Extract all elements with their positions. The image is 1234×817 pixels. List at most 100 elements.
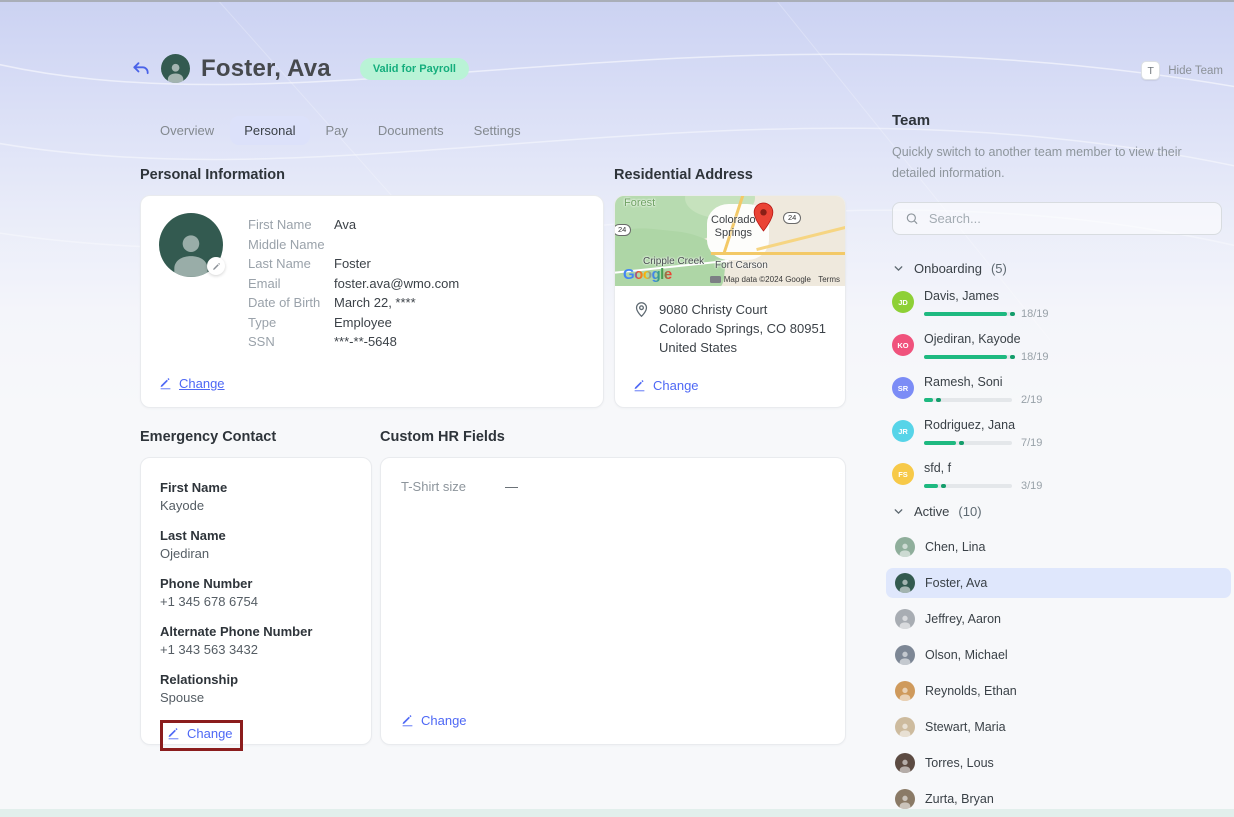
onboarding-progress-bar xyxy=(924,484,1012,488)
field-label: Relationship xyxy=(160,672,352,687)
emergency-contact-card: First Name Kayode Last Name Ojediran Pho… xyxy=(140,457,372,745)
chevron-down-icon xyxy=(892,505,905,518)
map-terms-link[interactable]: Terms xyxy=(818,275,840,284)
progress-count: 2/19 xyxy=(1021,394,1042,406)
profile-header: Foster, Ava Valid for Payroll xyxy=(130,54,469,83)
field-label: T-Shirt size xyxy=(401,479,481,494)
onboarding-progress-bar xyxy=(924,312,1012,316)
member-name: Foster, Ava xyxy=(925,576,987,590)
map-attribution: Map data ©2024 Google xyxy=(710,275,811,284)
google-map[interactable]: Forest Colorado Springs Cripple Creek Fo… xyxy=(615,196,845,286)
member-name: Davis, James xyxy=(924,289,1222,303)
member-photo-avatar xyxy=(895,789,915,809)
member-name: Reynolds, Ethan xyxy=(925,684,1017,698)
pencil-icon xyxy=(212,262,221,271)
back-button[interactable] xyxy=(130,58,152,80)
team-member-row[interactable]: Jeffrey, Aaron xyxy=(886,604,1231,634)
bottom-accent-strip xyxy=(0,809,1234,817)
payroll-status-badge: Valid for Payroll xyxy=(360,58,469,80)
chevron-down-icon xyxy=(892,262,905,275)
tab-personal[interactable]: Personal xyxy=(230,116,309,145)
tab-documents[interactable]: Documents xyxy=(364,116,458,145)
person-silhouette-icon xyxy=(897,721,913,737)
field-value: Ava xyxy=(334,217,459,232)
onboarding-group-header[interactable]: Onboarding (5) xyxy=(892,261,1222,276)
search-input[interactable] xyxy=(929,211,1209,226)
team-member-row[interactable]: Olson, Michael xyxy=(886,640,1231,670)
team-title: Team xyxy=(892,112,1222,129)
field-value: Employee xyxy=(334,315,459,330)
emergency-change-button[interactable]: Change xyxy=(167,726,233,741)
employee-avatar xyxy=(161,54,190,83)
pencil-icon xyxy=(401,714,414,727)
person-silhouette-icon xyxy=(897,577,913,593)
member-photo-avatar xyxy=(895,609,915,629)
tab-overview[interactable]: Overview xyxy=(146,116,228,145)
field-label: Phone Number xyxy=(160,576,352,591)
field-label: Type xyxy=(248,315,334,330)
person-silhouette-icon xyxy=(897,613,913,629)
person-silhouette-icon xyxy=(897,793,913,809)
custom-hr-change-button[interactable]: Change xyxy=(401,713,825,728)
route-badge-24: 24 xyxy=(615,224,631,236)
google-logo: Google xyxy=(623,266,672,283)
active-group-header[interactable]: Active (10) xyxy=(892,504,1222,519)
hide-team-button[interactable]: T Hide Team xyxy=(1141,61,1223,80)
team-member-row[interactable]: Torres, Lous xyxy=(886,748,1231,778)
content-row-2: Emergency Contact First Name Kayode Last… xyxy=(140,429,846,745)
field-label: Alternate Phone Number xyxy=(160,624,352,639)
residential-change-button[interactable]: Change xyxy=(633,378,827,393)
team-member-row[interactable]: Reynolds, Ethan xyxy=(886,676,1231,706)
member-name: sfd, f xyxy=(924,461,1222,475)
person-silhouette-icon xyxy=(897,757,913,773)
team-member-row[interactable]: JD Davis, James 18/19 xyxy=(892,289,1222,320)
personal-info-change-button[interactable]: Change xyxy=(159,376,585,391)
member-name: Stewart, Maria xyxy=(925,720,1006,734)
edit-photo-button[interactable] xyxy=(207,257,225,275)
team-member-row-selected[interactable]: Foster, Ava xyxy=(886,568,1231,598)
field-label: Last Name xyxy=(160,528,352,543)
tab-settings[interactable]: Settings xyxy=(460,116,535,145)
field-value xyxy=(334,237,459,252)
custom-hr-fields-card: T-Shirt size — Change xyxy=(380,457,846,745)
member-photo-avatar xyxy=(895,681,915,701)
progress-count: 3/19 xyxy=(1021,480,1042,492)
member-initials-avatar: SR xyxy=(892,377,914,399)
employee-profile-page: Foster, Ava Valid for Payroll T Hide Tea… xyxy=(0,0,1234,817)
address-line1: 9080 Christy Court xyxy=(659,300,826,319)
pencil-icon xyxy=(159,377,172,390)
person-silhouette-icon xyxy=(897,685,913,701)
pencil-icon xyxy=(167,727,180,740)
member-name: Jeffrey, Aaron xyxy=(925,612,1001,626)
change-label: Change xyxy=(179,376,225,391)
field-label: Email xyxy=(248,276,334,291)
change-label: Change xyxy=(653,378,699,393)
team-member-row[interactable]: FS sfd, f 3/19 xyxy=(892,461,1222,492)
personal-info-fields: First Name Ava Middle Name Last Name Fos… xyxy=(248,213,459,349)
change-label: Change xyxy=(187,726,233,741)
team-search xyxy=(892,202,1222,235)
field-label: First Name xyxy=(160,480,352,495)
tab-pay[interactable]: Pay xyxy=(312,116,362,145)
map-label-fort-carson: Fort Carson xyxy=(715,260,768,271)
field-value: Foster xyxy=(334,256,459,271)
team-member-row[interactable]: SR Ramesh, Soni 2/19 xyxy=(892,375,1222,406)
member-photo-avatar xyxy=(895,753,915,773)
team-member-row[interactable]: Stewart, Maria xyxy=(886,712,1231,742)
person-silhouette-icon xyxy=(164,60,187,83)
field-value: +1 345 678 6754 xyxy=(160,594,352,609)
field-value: — xyxy=(505,479,518,494)
team-member-row[interactable]: KO Ojediran, Kayode 18/19 xyxy=(892,332,1222,363)
onboarding-progress-bar xyxy=(924,398,1012,402)
keyboard-shortcut-t: T xyxy=(1141,61,1160,80)
member-name: Ramesh, Soni xyxy=(924,375,1222,389)
team-member-row[interactable]: JR Rodriguez, Jana 7/19 xyxy=(892,418,1222,449)
member-name: Zurta, Bryan xyxy=(925,792,994,806)
map-attribution-text: Map data ©2024 Google xyxy=(724,275,811,284)
profile-tabs: Overview Personal Pay Documents Settings xyxy=(146,116,537,145)
onboarding-progress-bar xyxy=(924,355,1012,359)
member-photo-avatar xyxy=(895,717,915,737)
team-member-row[interactable]: Chen, Lina xyxy=(886,532,1231,562)
residential-address-title: Residential Address xyxy=(614,167,846,183)
field-value: +1 343 563 3432 xyxy=(160,642,352,657)
